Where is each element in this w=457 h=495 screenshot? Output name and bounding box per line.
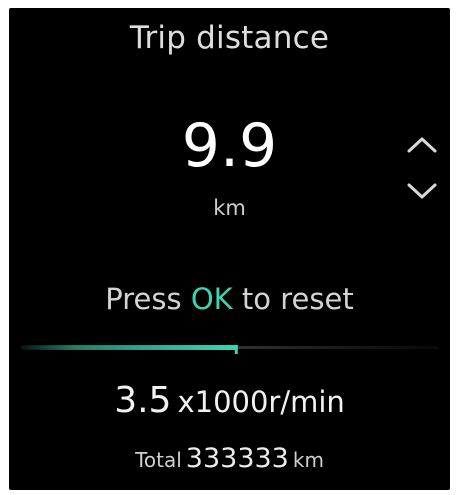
total-label: Total <box>135 448 182 472</box>
chevron-up-icon <box>407 137 437 153</box>
scroll-down-button[interactable] <box>402 176 442 206</box>
rpm-needle <box>234 345 238 354</box>
rpm-fill <box>21 345 238 350</box>
chevron-down-icon <box>407 183 437 199</box>
trip-distance-value: 9.9 <box>181 111 278 181</box>
rpm-readout: 3.5 x1000r/min <box>9 380 450 421</box>
reset-ok-key: OK <box>190 282 233 316</box>
reset-instruction: Press OK to reset <box>9 282 450 316</box>
trip-distance-unit: km <box>213 196 246 220</box>
reset-suffix: to reset <box>232 282 354 316</box>
rpm-gauge-bar <box>21 345 438 354</box>
rpm-unit: x1000r/min <box>177 385 345 419</box>
reset-prefix: Press <box>105 282 191 316</box>
total-value: 333333 <box>185 443 289 474</box>
instrument-screen: Trip distance 9.9 km Press OK to reset 3… <box>9 8 450 490</box>
trip-distance-title: Trip distance <box>129 20 330 56</box>
total-unit: km <box>292 448 324 472</box>
total-distance: Total 333333 km <box>9 443 450 474</box>
scroll-up-button[interactable] <box>402 130 442 160</box>
rpm-value: 3.5 <box>114 380 172 421</box>
